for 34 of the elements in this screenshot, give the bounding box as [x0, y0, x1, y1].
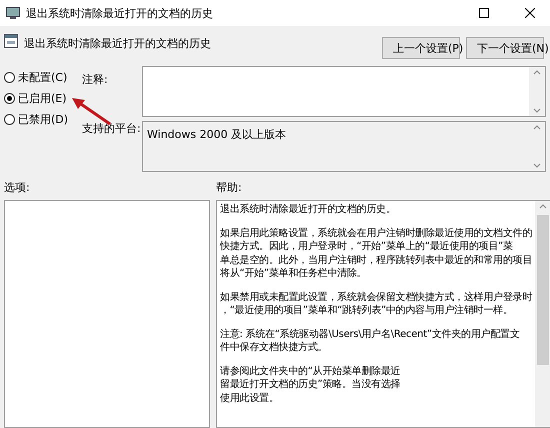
help-text: 如果启用此策略设置，系统就会在用户注销时删除最近使用的文档文件的 [220, 226, 532, 240]
window-title: 退出系统时清除最近打开的文档的历史 [26, 6, 214, 20]
platform-field: Windows 2000 及以上版本 [142, 121, 546, 172]
setting-title: 退出系统时清除最近打开的文档的历史 [24, 36, 212, 51]
help-text: 快捷方式。因此，用户登录时，“开始”菜单上的“最近使用的项目”菜 [220, 240, 514, 254]
options-label: 选项: [4, 180, 31, 196]
platform-label: 支持的平台: [82, 121, 142, 136]
radio-option[interactable]: 未配置(C) [4, 70, 76, 85]
help-text: 件中保存文档快捷方式。 [220, 341, 328, 354]
help-text: 退出系统时清除最近打开的文档的历史。 [220, 203, 396, 216]
setting-icon [4, 34, 18, 48]
help-label: 帮助: [216, 180, 242, 196]
scroll-down-icon[interactable] [533, 108, 541, 113]
scroll-thumb[interactable] [536, 215, 548, 365]
scroll-up-icon[interactable] [538, 204, 546, 209]
help-text: ，“最近使用的项目”菜单和“跳转列表”中的内容与用户注销时一样。 [220, 304, 514, 318]
help-text: 将从“开始”菜单和任务栏中清除。 [220, 267, 368, 280]
scroll-up-icon[interactable] [533, 70, 541, 75]
help-text: 单总是空的。此外，当用户注销时，程序跳转列表中最近的和常用的项目 [220, 254, 532, 267]
radio-option[interactable]: 已禁用(D) [4, 112, 76, 127]
help-text: 如果禁用或未配置此设置，系统就会保留文档快捷方式，这样用户登录时 [220, 290, 532, 304]
scroll-up-icon[interactable] [533, 125, 541, 130]
maximize-icon[interactable] [479, 8, 489, 18]
close-icon[interactable] [525, 8, 535, 18]
comment-field[interactable] [142, 66, 546, 117]
policy-icon [6, 7, 20, 19]
radio-option[interactable]: 已启用(E) [4, 91, 76, 106]
scroll-down-icon[interactable] [533, 163, 541, 168]
help-text: 使用此设置。 [220, 392, 280, 405]
help-text: 留最近打开文档的历史”策略。当没有选择 [220, 378, 402, 392]
help-text: 注意: 系统在“系统驱动器\Users\用户名\Recent”文件夹的用户配置文 [220, 328, 521, 341]
previous-setting-button[interactable]: 上一个设置(P) [382, 37, 460, 59]
help-text: 请参阅此文件夹中的“从开始菜单删除最近 [220, 364, 402, 378]
comment-label: 注释: [82, 72, 109, 87]
